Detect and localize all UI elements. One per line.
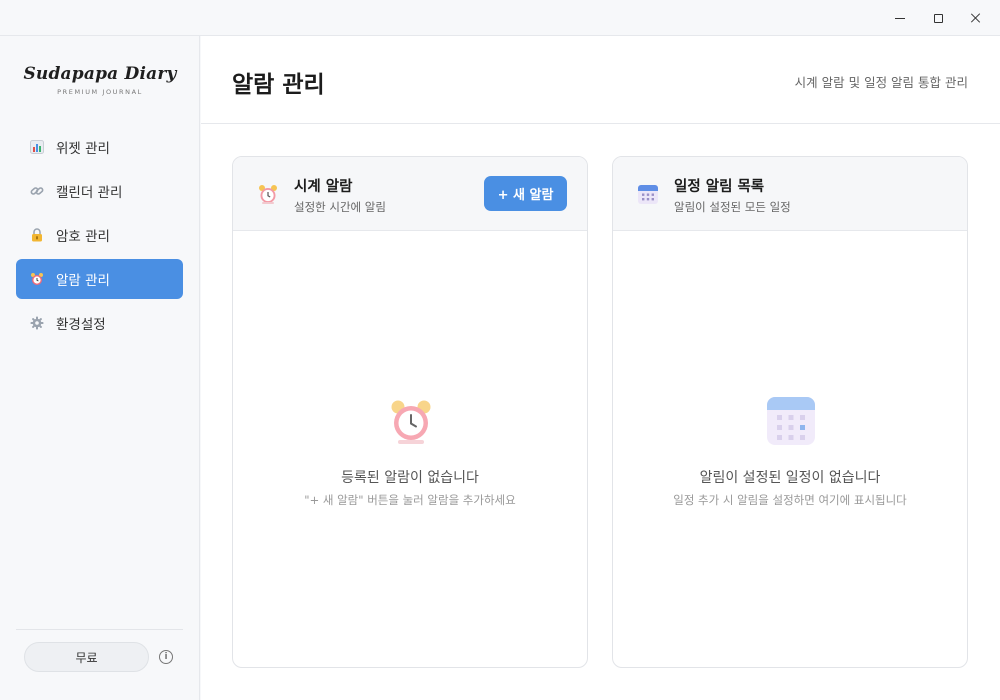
sidebar-divider <box>16 629 183 630</box>
schedule-alert-card: 일정 알림 목록 알림이 설정된 모든 일정 알림이 설정된 일정이 없습니다 … <box>612 156 968 668</box>
empty-state: 알림이 설정된 일정이 없습니다 일정 추가 시 알림을 설정하면 여기에 표시… <box>613 231 967 667</box>
sidebar-item-label: 위젯 관리 <box>56 141 110 157</box>
close-icon <box>971 13 981 23</box>
empty-subtitle: "+ 새 알람" 버튼을 눌러 알람을 추가하세요 <box>304 493 516 507</box>
page-header: 알람 관리 시계 알람 및 일정 알림 통합 관리 <box>201 36 1000 124</box>
empty-subtitle: 일정 추가 시 알림을 설정하면 여기에 표시됩니다 <box>673 493 907 507</box>
gear-icon <box>30 316 44 330</box>
card-header: 시계 알람 설정한 시간에 알림 + 새 알람 <box>233 157 587 231</box>
sidebar: Sudapapa Diary PREMIUM JOURNAL 위젯 관리 캘린더… <box>0 36 200 700</box>
bar-chart-icon <box>30 140 44 154</box>
page-subtitle: 시계 알람 및 일정 알림 통합 관리 <box>794 75 968 90</box>
add-alarm-button[interactable]: + 새 알람 <box>484 176 567 211</box>
clock-alarm-card: 시계 알람 설정한 시간에 알림 + 새 알람 등록된 알람이 없습니다 "+ … <box>232 156 588 668</box>
card-subtitle: 알림이 설정된 모든 일정 <box>674 200 791 214</box>
lock-icon <box>30 228 44 242</box>
calendar-icon <box>637 183 659 205</box>
title-bar <box>0 0 1000 36</box>
sidebar-nav: 위젯 관리 캘린더 관리 암호 관리 알람 관리 환경설정 <box>16 127 183 347</box>
main-content: 시계 알람 설정한 시간에 알림 + 새 알람 등록된 알람이 없습니다 "+ … <box>201 124 1000 700</box>
brand-logo: Sudapapa Diary PREMIUM JOURNAL <box>0 64 200 96</box>
alarm-clock-icon <box>257 183 279 205</box>
sidebar-item-widgets[interactable]: 위젯 관리 <box>16 127 183 167</box>
sidebar-item-label: 캘린더 관리 <box>56 185 123 201</box>
brand-title: Sudapapa Diary <box>23 64 177 84</box>
sidebar-item-calendar[interactable]: 캘린더 관리 <box>16 171 183 211</box>
sidebar-item-alarm[interactable]: 알람 관리 <box>16 259 183 299</box>
close-button[interactable] <box>957 0 995 36</box>
brand-subtitle: PREMIUM JOURNAL <box>57 88 143 96</box>
alarm-clock-icon <box>386 396 436 446</box>
info-icon[interactable]: i <box>159 650 173 664</box>
minimize-button[interactable] <box>881 0 919 36</box>
maximize-button[interactable] <box>919 0 957 36</box>
page-title: 알람 관리 <box>232 72 325 98</box>
alarm-clock-icon <box>30 272 44 286</box>
empty-state: 등록된 알람이 없습니다 "+ 새 알람" 버튼을 눌러 알람을 추가하세요 <box>233 231 587 667</box>
link-icon <box>30 184 44 198</box>
sidebar-item-label: 알람 관리 <box>56 273 110 289</box>
card-title: 일정 알림 목록 <box>674 179 765 195</box>
sidebar-item-label: 환경설정 <box>56 317 106 333</box>
sidebar-item-password[interactable]: 암호 관리 <box>16 215 183 255</box>
empty-title: 알림이 설정된 일정이 없습니다 <box>699 470 881 486</box>
empty-title: 등록된 알람이 없습니다 <box>341 470 479 486</box>
plan-button[interactable]: 무료 <box>24 642 149 672</box>
sidebar-item-label: 암호 관리 <box>56 229 110 245</box>
card-title: 시계 알람 <box>294 179 353 195</box>
sidebar-item-settings[interactable]: 환경설정 <box>16 303 183 343</box>
card-header: 일정 알림 목록 알림이 설정된 모든 일정 <box>613 157 967 231</box>
calendar-icon <box>766 396 816 446</box>
maximize-icon <box>933 13 943 23</box>
card-subtitle: 설정한 시간에 알림 <box>294 200 386 214</box>
minimize-icon <box>895 17 905 19</box>
